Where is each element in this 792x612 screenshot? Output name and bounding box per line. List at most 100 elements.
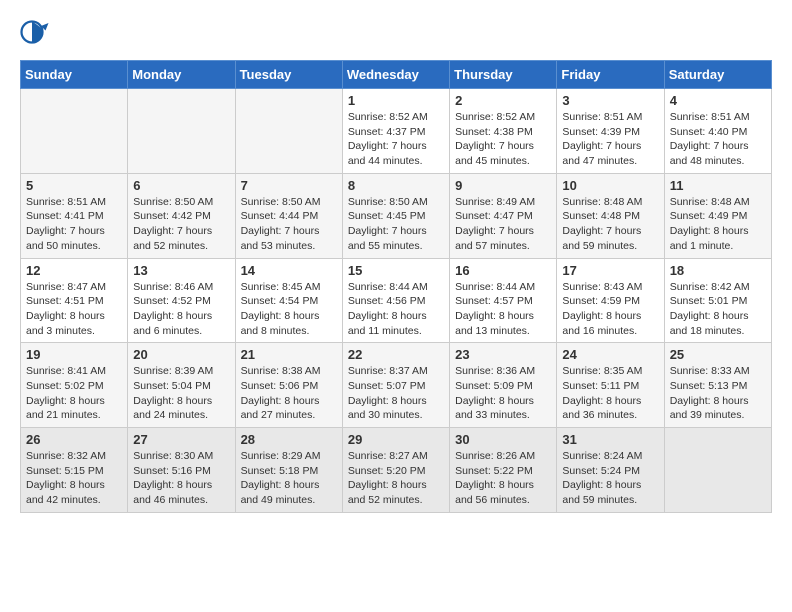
calendar-cell: 7Sunrise: 8:50 AM Sunset: 4:44 PM Daylig… xyxy=(235,173,342,258)
day-info: Sunrise: 8:51 AM Sunset: 4:40 PM Dayligh… xyxy=(670,110,766,169)
day-number: 20 xyxy=(133,347,229,362)
weekday-row: SundayMondayTuesdayWednesdayThursdayFrid… xyxy=(21,61,772,89)
calendar-cell: 8 Sunrise: 8:50 AM Sunset: 4:45 PM Daylig… xyxy=(342,173,449,258)
calendar-cell: 24 Sunrise: 8:35 AM Sunset: 5:11 PM Dayli… xyxy=(557,343,664,428)
page-header xyxy=(20,20,772,50)
day-number: 12 xyxy=(26,263,122,278)
calendar-cell xyxy=(128,89,235,174)
day-number: 31 xyxy=(562,432,658,447)
weekday-header: Friday xyxy=(557,61,664,89)
day-info: Sunrise: 8:38 AM Sunset: 5:06 PM Dayligh… xyxy=(241,364,337,423)
calendar-cell: 25 Sunrise: 8:33 AM Sunset: 5:13 PM Dayli… xyxy=(664,343,771,428)
calendar-header: SundayMondayTuesdayWednesdayThursdayFrid… xyxy=(21,61,772,89)
day-info: Sunrise: 8:43 AM Sunset: 4:59 PM Dayligh… xyxy=(562,280,658,339)
day-info: Sunrise: 8:50 AM Sunset: 4:44 PM Dayligh… xyxy=(241,195,337,254)
calendar-cell: 13 Sunrise: 8:46 AM Sunset: 4:52 PM Dayli… xyxy=(128,258,235,343)
day-info: Sunrise: 8:41 AM Sunset: 5:02 PM Dayligh… xyxy=(26,364,122,423)
calendar-cell: 10 Sunrise: 8:48 AM Sunset: 4:48 PM Dayli… xyxy=(557,173,664,258)
calendar-week: 19 Sunrise: 8:41 AM Sunset: 5:02 PM Dayli… xyxy=(21,343,772,428)
day-number: 27 xyxy=(133,432,229,447)
calendar-cell: 1Sunrise: 8:52 AM Sunset: 4:37 PM Daylig… xyxy=(342,89,449,174)
day-info: Sunrise: 8:27 AM Sunset: 5:20 PM Dayligh… xyxy=(348,449,444,508)
day-info: Sunrise: 8:48 AM Sunset: 4:48 PM Dayligh… xyxy=(562,195,658,254)
calendar-cell: 28 Sunrise: 8:29 AM Sunset: 5:18 PM Dayli… xyxy=(235,428,342,513)
calendar-cell: 31 Sunrise: 8:24 AM Sunset: 5:24 PM Dayli… xyxy=(557,428,664,513)
day-info: Sunrise: 8:47 AM Sunset: 4:51 PM Dayligh… xyxy=(26,280,122,339)
logo-icon xyxy=(20,20,50,50)
day-number: 16 xyxy=(455,263,551,278)
calendar-cell: 21Sunrise: 8:38 AM Sunset: 5:06 PM Dayli… xyxy=(235,343,342,428)
day-info: Sunrise: 8:29 AM Sunset: 5:18 PM Dayligh… xyxy=(241,449,337,508)
calendar-cell: 3Sunrise: 8:51 AM Sunset: 4:39 PM Daylig… xyxy=(557,89,664,174)
calendar-week: 1Sunrise: 8:52 AM Sunset: 4:37 PM Daylig… xyxy=(21,89,772,174)
day-number: 2 xyxy=(455,93,551,108)
day-info: Sunrise: 8:33 AM Sunset: 5:13 PM Dayligh… xyxy=(670,364,766,423)
day-info: Sunrise: 8:24 AM Sunset: 5:24 PM Dayligh… xyxy=(562,449,658,508)
calendar-cell: 20 Sunrise: 8:39 AM Sunset: 5:04 PM Dayli… xyxy=(128,343,235,428)
day-number: 4 xyxy=(670,93,766,108)
day-number: 13 xyxy=(133,263,229,278)
day-info: Sunrise: 8:35 AM Sunset: 5:11 PM Dayligh… xyxy=(562,364,658,423)
logo xyxy=(20,20,54,50)
day-info: Sunrise: 8:32 AM Sunset: 5:15 PM Dayligh… xyxy=(26,449,122,508)
day-info: Sunrise: 8:37 AM Sunset: 5:07 PM Dayligh… xyxy=(348,364,444,423)
day-number: 10 xyxy=(562,178,658,193)
calendar-cell: 30Sunrise: 8:26 AM Sunset: 5:22 PM Dayli… xyxy=(450,428,557,513)
weekday-header: Wednesday xyxy=(342,61,449,89)
calendar-week: 5 Sunrise: 8:51 AM Sunset: 4:41 PM Daylig… xyxy=(21,173,772,258)
day-number: 22 xyxy=(348,347,444,362)
day-info: Sunrise: 8:44 AM Sunset: 4:56 PM Dayligh… xyxy=(348,280,444,339)
day-info: Sunrise: 8:50 AM Sunset: 4:42 PM Dayligh… xyxy=(133,195,229,254)
calendar-cell: 16 Sunrise: 8:44 AM Sunset: 4:57 PM Dayli… xyxy=(450,258,557,343)
calendar-cell xyxy=(664,428,771,513)
calendar-body: 1Sunrise: 8:52 AM Sunset: 4:37 PM Daylig… xyxy=(21,89,772,513)
day-number: 19 xyxy=(26,347,122,362)
day-info: Sunrise: 8:36 AM Sunset: 5:09 PM Dayligh… xyxy=(455,364,551,423)
day-number: 28 xyxy=(241,432,337,447)
day-number: 14 xyxy=(241,263,337,278)
calendar-cell: 22 Sunrise: 8:37 AM Sunset: 5:07 PM Dayli… xyxy=(342,343,449,428)
day-number: 8 xyxy=(348,178,444,193)
day-info: Sunrise: 8:49 AM Sunset: 4:47 PM Dayligh… xyxy=(455,195,551,254)
calendar-cell: 4 Sunrise: 8:51 AM Sunset: 4:40 PM Daylig… xyxy=(664,89,771,174)
day-info: Sunrise: 8:51 AM Sunset: 4:39 PM Dayligh… xyxy=(562,110,658,169)
day-info: Sunrise: 8:51 AM Sunset: 4:41 PM Dayligh… xyxy=(26,195,122,254)
day-info: Sunrise: 8:39 AM Sunset: 5:04 PM Dayligh… xyxy=(133,364,229,423)
day-number: 5 xyxy=(26,178,122,193)
calendar-cell: 9 Sunrise: 8:49 AM Sunset: 4:47 PM Daylig… xyxy=(450,173,557,258)
day-info: Sunrise: 8:26 AM Sunset: 5:22 PM Dayligh… xyxy=(455,449,551,508)
calendar-cell xyxy=(235,89,342,174)
calendar-cell: 27 Sunrise: 8:30 AM Sunset: 5:16 PM Dayli… xyxy=(128,428,235,513)
calendar-cell: 2 Sunrise: 8:52 AM Sunset: 4:38 PM Daylig… xyxy=(450,89,557,174)
calendar-cell: 26 Sunrise: 8:32 AM Sunset: 5:15 PM Dayli… xyxy=(21,428,128,513)
day-number: 6 xyxy=(133,178,229,193)
calendar-table: SundayMondayTuesdayWednesdayThursdayFrid… xyxy=(20,60,772,513)
weekday-header: Monday xyxy=(128,61,235,89)
calendar-cell: 18Sunrise: 8:42 AM Sunset: 5:01 PM Dayli… xyxy=(664,258,771,343)
calendar-cell: 14 Sunrise: 8:45 AM Sunset: 4:54 PM Dayli… xyxy=(235,258,342,343)
calendar-cell: 19 Sunrise: 8:41 AM Sunset: 5:02 PM Dayli… xyxy=(21,343,128,428)
day-info: Sunrise: 8:45 AM Sunset: 4:54 PM Dayligh… xyxy=(241,280,337,339)
calendar-cell: 15 Sunrise: 8:44 AM Sunset: 4:56 PM Dayli… xyxy=(342,258,449,343)
calendar-cell: 23Sunrise: 8:36 AM Sunset: 5:09 PM Dayli… xyxy=(450,343,557,428)
calendar-week: 12 Sunrise: 8:47 AM Sunset: 4:51 PM Dayli… xyxy=(21,258,772,343)
calendar-cell xyxy=(21,89,128,174)
day-info: Sunrise: 8:44 AM Sunset: 4:57 PM Dayligh… xyxy=(455,280,551,339)
weekday-header: Tuesday xyxy=(235,61,342,89)
calendar-week: 26 Sunrise: 8:32 AM Sunset: 5:15 PM Dayli… xyxy=(21,428,772,513)
calendar-cell: 5 Sunrise: 8:51 AM Sunset: 4:41 PM Daylig… xyxy=(21,173,128,258)
calendar-cell: 29Sunrise: 8:27 AM Sunset: 5:20 PM Dayli… xyxy=(342,428,449,513)
day-number: 15 xyxy=(348,263,444,278)
calendar-cell: 12 Sunrise: 8:47 AM Sunset: 4:51 PM Dayli… xyxy=(21,258,128,343)
day-number: 25 xyxy=(670,347,766,362)
day-info: Sunrise: 8:46 AM Sunset: 4:52 PM Dayligh… xyxy=(133,280,229,339)
day-info: Sunrise: 8:30 AM Sunset: 5:16 PM Dayligh… xyxy=(133,449,229,508)
weekday-header: Thursday xyxy=(450,61,557,89)
day-number: 26 xyxy=(26,432,122,447)
day-info: Sunrise: 8:52 AM Sunset: 4:38 PM Dayligh… xyxy=(455,110,551,169)
day-info: Sunrise: 8:50 AM Sunset: 4:45 PM Dayligh… xyxy=(348,195,444,254)
day-number: 9 xyxy=(455,178,551,193)
day-info: Sunrise: 8:42 AM Sunset: 5:01 PM Dayligh… xyxy=(670,280,766,339)
calendar-cell: 11Sunrise: 8:48 AM Sunset: 4:49 PM Dayli… xyxy=(664,173,771,258)
day-number: 24 xyxy=(562,347,658,362)
